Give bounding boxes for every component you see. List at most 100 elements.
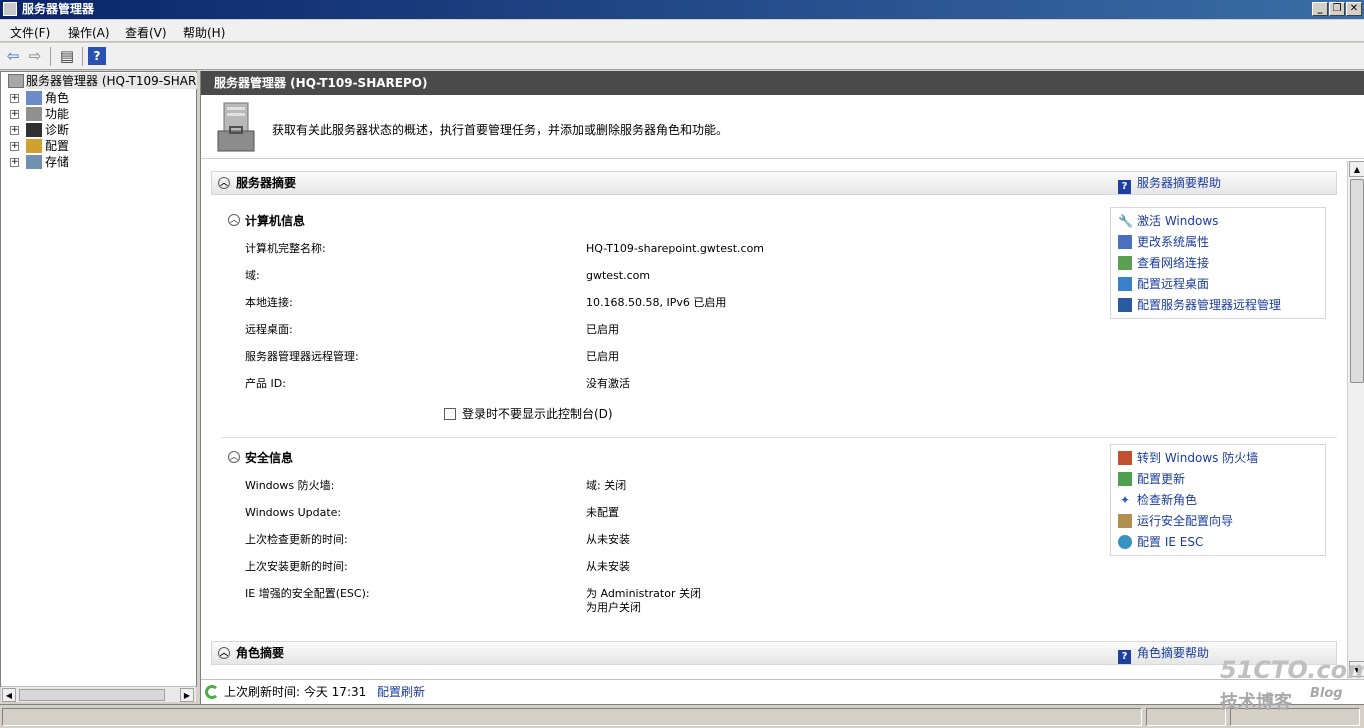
info-value: HQ-T109-sharepoint.gwtest.com <box>586 242 765 255</box>
server-manager-icon <box>3 2 17 16</box>
forward-arrow-icon[interactable]: ⇨ <box>26 47 44 65</box>
roles-summary-title: 角色摘要 <box>236 646 285 660</box>
configure-remote-management-link[interactable]: 配置服务器管理器远程管理 <box>1137 297 1281 313</box>
info-label: 上次检查更新的时间: <box>245 533 348 546</box>
expand-icon[interactable]: + <box>10 110 19 119</box>
status-pane <box>1146 708 1226 726</box>
window-title: 服务器管理器 <box>22 2 95 16</box>
info-label: 上次安装更新的时间: <box>245 560 348 573</box>
last-refresh-text: 上次刷新时间: 今天 17:31 <box>224 685 367 699</box>
scroll-left-icon[interactable]: ◀ <box>2 688 16 702</box>
info-value: 为 Administrator 关闭 <box>586 587 701 600</box>
tree-item-diagnostics[interactable]: 诊断 <box>45 122 69 138</box>
collapse-icon[interactable]: ︿ <box>228 451 240 463</box>
run-security-wizard-link[interactable]: 运行安全配置向导 <box>1137 513 1233 529</box>
expand-icon[interactable]: + <box>10 94 19 103</box>
collapse-icon[interactable]: ︿ <box>218 177 230 189</box>
configure-updates-link[interactable]: 配置更新 <box>1137 471 1185 487</box>
collapse-icon[interactable]: ︿ <box>228 214 240 226</box>
computer-info-heading[interactable]: ︿ 计算机信息 <box>228 213 305 229</box>
menu-file[interactable]: 文件(F) <box>10 24 50 41</box>
main-header: 服务器管理器 (HQ-T109-SHAREPO) <box>201 71 1364 95</box>
watermark-site: 51CTO.com <box>1220 656 1364 684</box>
menu-view[interactable]: 查看(V) <box>125 24 167 41</box>
tree-root[interactable]: 服务器管理器 (HQ-T109-SHAREP <box>26 73 212 89</box>
back-arrow-icon[interactable]: ⇦ <box>4 47 22 65</box>
info-label: Windows 防火墙: <box>245 479 335 492</box>
scroll-thumb[interactable] <box>19 689 165 701</box>
system-properties-icon <box>1118 235 1132 249</box>
startup-checkbox-label[interactable]: 登录时不要显示此控制台(D) <box>462 407 613 421</box>
configure-ie-esc-link[interactable]: 配置 IE ESC <box>1137 534 1203 550</box>
configuration-icon <box>26 139 42 153</box>
activate-windows-link[interactable]: 激活 Windows <box>1137 213 1218 229</box>
main-pane: 服务器管理器 (HQ-T109-SHAREPO) 获取有关此服务器状态的概述，执… <box>200 71 1364 704</box>
tree-item-storage[interactable]: 存储 <box>45 154 69 170</box>
startup-checkbox[interactable] <box>444 408 456 420</box>
status-pane <box>2 708 1142 726</box>
server-summary-help-link[interactable]: ? 服务器摘要帮助 <box>1118 175 1221 194</box>
main-vertical-scrollbar[interactable]: ▲ ▼ <box>1347 161 1364 679</box>
info-label: 域: <box>245 269 260 282</box>
server-toolbox-icon <box>216 101 256 153</box>
server-summary-title: 服务器摘要 <box>236 176 297 190</box>
tree-item-roles[interactable]: 角色 <box>45 90 69 106</box>
network-icon <box>1118 256 1132 270</box>
info-value: 域: 关闭 <box>586 479 627 492</box>
maximize-button[interactable]: ❐ <box>1329 2 1345 16</box>
show-hide-tree-icon[interactable]: ▤ <box>58 47 76 65</box>
change-system-properties-link[interactable]: 更改系统属性 <box>1137 234 1209 250</box>
expand-icon[interactable]: + <box>10 126 19 135</box>
storage-icon <box>26 155 42 169</box>
navigation-tree: 服务器管理器 (HQ-T109-SHAREP + 角色 + 功能 + 诊断 + … <box>0 71 212 687</box>
computer-info-tasks: 🔧 激活 Windows 更改系统属性 查看网络连接 配置远程桌面 配置服务器管… <box>1110 207 1326 319</box>
scroll-thumb[interactable] <box>1350 179 1364 383</box>
info-label: 远程桌面: <box>245 323 293 336</box>
info-label: 服务器管理器远程管理: <box>245 350 359 363</box>
windows-update-icon <box>1118 472 1132 486</box>
info-label: 本地连接: <box>245 296 293 309</box>
firewall-icon <box>1118 451 1132 465</box>
security-info-tasks: 转到 Windows 防火墙 配置更新 ✦ 检查新角色 运行安全配置向导 配置 … <box>1110 444 1326 556</box>
info-value: 已启用 <box>586 350 619 363</box>
refresh-bar: 上次刷新时间: 今天 17:31 配置刷新 <box>201 679 1364 704</box>
remote-desktop-icon <box>1118 277 1132 291</box>
expand-icon[interactable]: + <box>10 158 19 167</box>
configure-remote-desktop-link[interactable]: 配置远程桌面 <box>1137 276 1209 292</box>
minimize-button[interactable]: _ <box>1312 2 1328 16</box>
refresh-icon[interactable] <box>205 685 219 699</box>
security-info-heading[interactable]: ︿ 安全信息 <box>228 450 293 466</box>
info-label: 计算机完整名称: <box>245 242 326 255</box>
title-bar: 服务器管理器 _ ❐ ✕ <box>0 0 1364 19</box>
info-label: Windows Update: <box>245 506 342 519</box>
info-value: 10.168.50.58, IPv6 已启用 <box>586 296 727 309</box>
tree-horizontal-scrollbar[interactable]: ◀ ▶ <box>1 686 196 702</box>
description-text: 获取有关此服务器状态的概述，执行首要管理任务，并添加或删除服务器角色和功能。 <box>272 123 729 137</box>
go-to-firewall-link[interactable]: 转到 Windows 防火墙 <box>1137 450 1258 466</box>
tree-item-features[interactable]: 功能 <box>45 106 69 122</box>
tree-item-configuration[interactable]: 配置 <box>45 138 69 154</box>
check-roles-icon: ✦ <box>1119 493 1131 507</box>
summary-content: ︿ 服务器摘要 ? 服务器摘要帮助 ︿ 计算机信息 计算机完整名称: HQ-T109… <box>201 161 1347 677</box>
roles-icon <box>26 91 42 105</box>
menu-help[interactable]: 帮助(H) <box>183 24 225 41</box>
watermark: 51CTO.com 技术博客 Blog <box>1218 656 1364 713</box>
description-panel: 获取有关此服务器状态的概述，执行首要管理任务，并添加或删除服务器角色和功能。 <box>201 95 1364 159</box>
close-button[interactable]: ✕ <box>1346 2 1362 16</box>
collapse-icon[interactable]: ︿ <box>218 647 230 659</box>
expand-icon[interactable]: + <box>10 142 19 151</box>
info-label: 产品 ID: <box>245 377 286 390</box>
help-icon[interactable]: ? <box>88 47 106 65</box>
info-value: 从未安装 <box>586 533 630 546</box>
info-label: IE 增强的安全配置(ESC): <box>245 587 370 600</box>
view-network-connections-link[interactable]: 查看网络连接 <box>1137 255 1209 271</box>
roles-summary-help-link[interactable]: ? 角色摘要帮助 <box>1118 645 1209 664</box>
configure-refresh-link[interactable]: 配置刷新 <box>377 680 425 704</box>
check-new-roles-link[interactable]: 检查新角色 <box>1137 492 1197 508</box>
menu-action[interactable]: 操作(A) <box>68 24 110 41</box>
info-value: 从未安装 <box>586 560 630 573</box>
scroll-right-icon[interactable]: ▶ <box>180 688 194 702</box>
scroll-up-icon[interactable]: ▲ <box>1349 161 1364 177</box>
diagnostics-icon <box>26 123 42 137</box>
info-value: 未配置 <box>586 506 619 519</box>
